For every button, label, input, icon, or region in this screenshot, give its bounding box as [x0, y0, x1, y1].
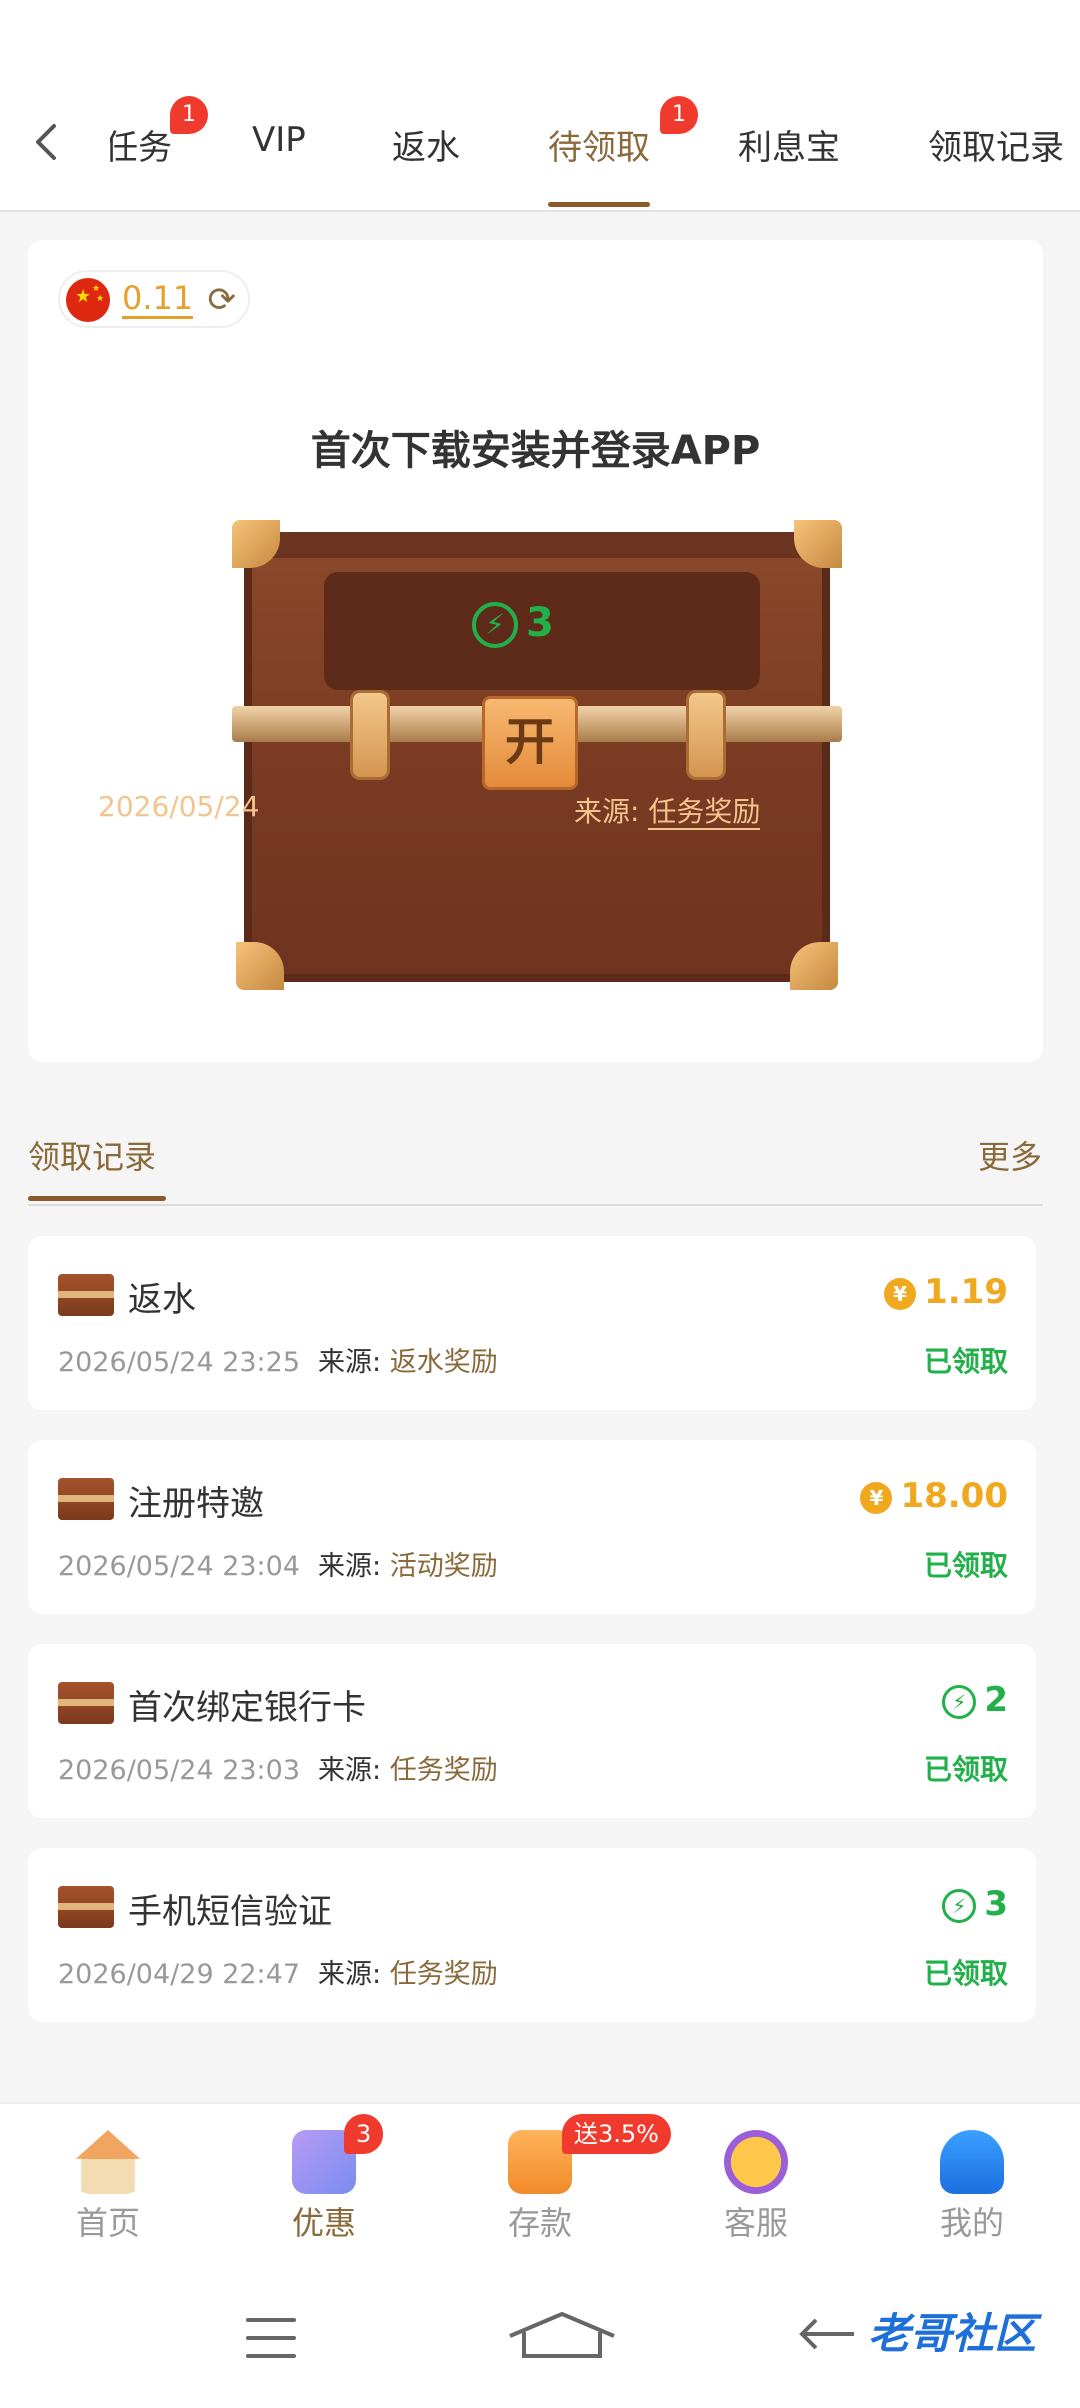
record-amount: ⚡ 3: [942, 1884, 1008, 1924]
balance-pill[interactable]: ★ ★ ★ 0.11 ⟳: [58, 270, 250, 328]
tab-pending-badge: 1: [660, 96, 698, 134]
tab-tasks-label: 任务: [110, 128, 172, 168]
bolt-icon: ⚡: [942, 1888, 977, 1923]
record-time: 2026/05/24 23:25: [58, 1347, 301, 1378]
nav-promotions-label: 优惠: [291, 2204, 356, 2242]
record-source-label: 来源:: [318, 1551, 382, 1582]
chest-reward: ⚡ 3: [472, 600, 554, 648]
china-flag-icon: ★ ★ ★: [66, 278, 110, 322]
chest-date: 2026/05/24: [98, 790, 260, 823]
refresh-icon[interactable]: ⟳: [208, 280, 237, 320]
records-tab[interactable]: 领取记录: [28, 1132, 156, 1178]
record-status: 已领取: [923, 1549, 1008, 1582]
nav-support-label: 客服: [723, 2204, 788, 2242]
chest-top-edge: [244, 532, 830, 558]
record-amount-value: 1.19: [924, 1272, 1008, 1312]
chest-title: 首次下载安装并登录APP: [310, 428, 761, 474]
chest-source-value[interactable]: 任务奖励: [648, 795, 761, 830]
record-source-label: 来源:: [318, 1755, 382, 1786]
record-amount-value: 2: [984, 1680, 1008, 1720]
tab-rebate[interactable]: 返水: [392, 120, 460, 169]
nav-profile-label: 我的: [939, 2204, 1004, 2242]
record-meta: 2026/05/24 23:03 来源: 任务奖励: [58, 1748, 498, 1787]
chest-icon: [58, 1682, 114, 1724]
record-source-label: 来源:: [318, 1347, 382, 1378]
nav-deposit-label: 存款: [507, 2204, 572, 2242]
record-status: 已领取: [923, 1345, 1008, 1378]
headset-icon: [724, 2130, 788, 2194]
nav-home[interactable]: 首页: [38, 2130, 178, 2244]
chest-icon: [58, 1886, 114, 1928]
record-source: 返水奖励: [389, 1347, 498, 1378]
record-title: 返水: [128, 1280, 196, 1320]
record-source: 任务奖励: [389, 1755, 498, 1786]
treasure-chest[interactable]: ⚡ 3 开: [232, 520, 842, 990]
chest-icon: [58, 1478, 114, 1520]
record-amount: ¥1.19: [884, 1272, 1008, 1312]
nav-promotions-badge: 3: [344, 2114, 384, 2154]
top-tab-bar: 任务 1 VIP 返水 待领取 1 利息宝 领取记录: [0, 0, 1080, 212]
record-time: 2026/05/24 23:03: [58, 1755, 301, 1786]
open-lock-button[interactable]: 开: [482, 696, 578, 790]
tab-vip[interactable]: VIP: [252, 120, 306, 160]
menu-icon[interactable]: [246, 2318, 296, 2358]
record-time: 2026/05/24 23:04: [58, 1551, 301, 1582]
chest-source: 来源: 任务奖励: [574, 790, 761, 830]
record-title: 首次绑定银行卡: [128, 1688, 366, 1728]
chest-latch: [350, 690, 390, 780]
records-tab-indicator: [28, 1196, 166, 1201]
bolt-icon: ⚡: [942, 1684, 977, 1719]
record-meta: 2026/05/24 23:25 来源: 返水奖励: [58, 1340, 498, 1379]
chest-latch: [686, 690, 726, 780]
balance-value: 0.11: [122, 279, 194, 319]
record-status: 已领取: [923, 1957, 1008, 1990]
user-icon: [940, 2130, 1004, 2194]
tab-tasks[interactable]: 任务: [110, 120, 172, 169]
record-source: 活动奖励: [389, 1551, 498, 1582]
chest-icon: [58, 1274, 114, 1316]
chest-card: ★ ★ ★ 0.11 ⟳ 首次下载安装并登录APP ⚡ 3 开 2026/05/24 …: [28, 240, 1043, 1062]
back-icon[interactable]: [796, 2310, 856, 2360]
record-title: 注册特邀: [128, 1484, 264, 1524]
tab-interest[interactable]: 利息宝: [738, 120, 840, 169]
record-item[interactable]: 注册特邀 2026/05/24 23:04 来源: 活动奖励 ¥18.00 已领取: [28, 1440, 1036, 1614]
bottom-nav: 首页 优惠 3 存款 送3.5% 客服 我的: [0, 2102, 1080, 2274]
tab-tasks-badge: 1: [170, 96, 208, 134]
record-item[interactable]: 返水 2026/05/24 23:25 来源: 返水奖励 ¥1.19 已领取: [28, 1236, 1036, 1410]
coin-icon: ¥: [884, 1277, 917, 1310]
record-item[interactable]: 手机短信验证 2026/04/29 22:47 来源: 任务奖励 ⚡ 3 已领取: [28, 1848, 1036, 2022]
record-amount: ⚡ 2: [942, 1680, 1008, 1720]
records-more-link[interactable]: 更多: [978, 1132, 1042, 1178]
chest-source-label: 来源:: [574, 795, 640, 828]
record-status: 已领取: [923, 1753, 1008, 1786]
back-arrow-icon[interactable]: [18, 112, 78, 172]
nav-home-label: 首页: [75, 2204, 140, 2242]
nav-support[interactable]: 客服: [686, 2130, 826, 2244]
nav-deposit-badge: 送3.5%: [562, 2114, 671, 2154]
record-amount-value: 3: [984, 1884, 1008, 1924]
tab-claim-records[interactable]: 领取记录: [928, 120, 1064, 169]
watermark-logo: 老哥社区: [868, 2309, 1037, 2358]
nav-profile[interactable]: 我的: [902, 2130, 1042, 2244]
house-icon: [76, 2130, 140, 2194]
record-source: 任务奖励: [389, 1959, 498, 1990]
home-icon[interactable]: [506, 2310, 618, 2360]
chest-reward-amount: 3: [526, 600, 554, 646]
record-item[interactable]: 首次绑定银行卡 2026/05/24 23:03 来源: 任务奖励 ⚡ 2 已领取: [28, 1644, 1036, 1818]
active-tab-indicator: [548, 202, 650, 207]
coin-icon: ¥: [860, 1481, 893, 1514]
record-source-label: 来源:: [318, 1959, 382, 1990]
record-amount: ¥18.00: [860, 1476, 1008, 1516]
record-title: 手机短信验证: [128, 1892, 332, 1932]
record-amount-value: 18.00: [900, 1476, 1008, 1516]
system-nav-bar: 老哥社区: [0, 2274, 1080, 2408]
record-time: 2026/04/29 22:47: [58, 1959, 301, 1990]
bolt-icon: ⚡: [472, 602, 518, 648]
record-meta: 2026/04/29 22:47 来源: 任务奖励: [58, 1952, 498, 1991]
tab-pending[interactable]: 待领取: [548, 120, 650, 169]
record-meta: 2026/05/24 23:04 来源: 活动奖励: [58, 1544, 498, 1583]
records-divider: [28, 1204, 1043, 1206]
